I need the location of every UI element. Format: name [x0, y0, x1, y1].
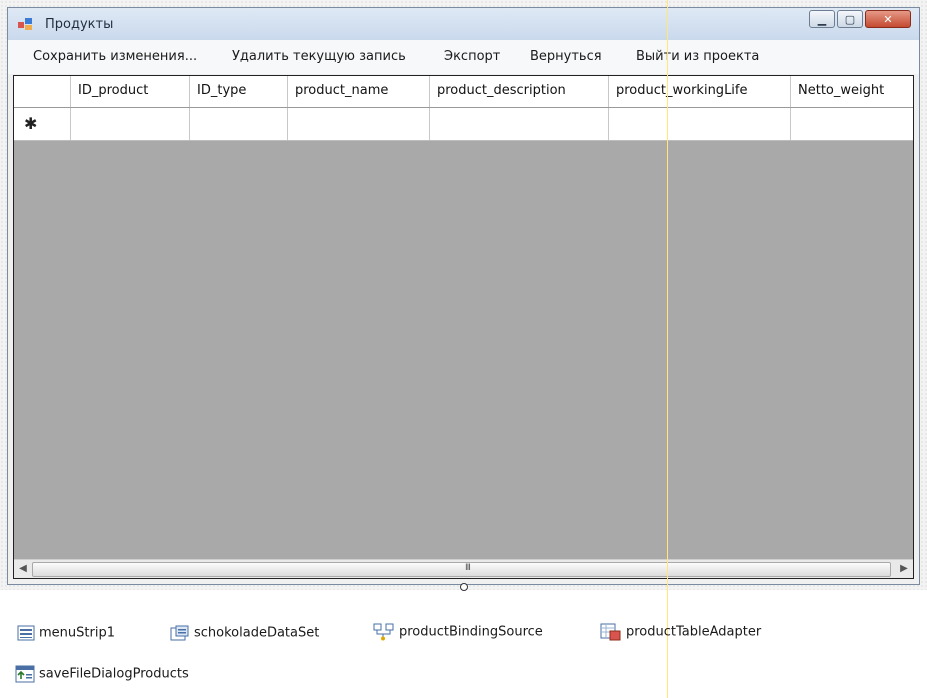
close-icon: ✕ [883, 12, 893, 26]
column-header-product-workinglife[interactable]: product_workingLife [609, 76, 791, 107]
tray-item-dataset[interactable]: schokoladeDataSet [170, 625, 319, 641]
menu-save-changes[interactable]: Сохранить изменения... [33, 49, 197, 64]
tray-item-tableadapter[interactable]: productTableAdapter [600, 623, 761, 641]
tray-item-menustrip[interactable]: menuStrip1 [17, 625, 115, 641]
window-title: Продукты [45, 17, 114, 32]
horizontal-scrollbar[interactable]: ◀ III ▶ [14, 559, 913, 578]
maximize-button[interactable]: ▢ [837, 10, 863, 28]
app-icon [18, 18, 32, 30]
cell-id-type[interactable] [190, 108, 288, 140]
tray-item-bindingsource[interactable]: productBindingSource [373, 623, 543, 641]
cell-netto-weight[interactable] [791, 108, 913, 140]
scroll-right-icon[interactable]: ▶ [896, 561, 912, 577]
cell-product-description[interactable] [430, 108, 609, 140]
cell-product-workinglife[interactable] [609, 108, 791, 140]
savefiledialog-icon [15, 665, 35, 683]
close-button[interactable]: ✕ [865, 10, 911, 28]
scroll-left-icon[interactable]: ◀ [15, 561, 31, 577]
cell-id-product[interactable] [71, 108, 190, 140]
grid-new-row[interactable]: ✱ [14, 108, 913, 141]
window-controls: ▁ ▢ ✕ [807, 10, 911, 28]
menu-export[interactable]: Экспорт [444, 49, 500, 64]
tray-item-savefiledialog[interactable]: saveFileDialogProducts [15, 665, 189, 683]
tableadapter-icon [600, 623, 621, 641]
minimize-icon: ▁ [817, 12, 827, 26]
dataset-icon [170, 625, 189, 641]
minimize-button[interactable]: ▁ [809, 10, 835, 28]
scroll-grip-icon: III [465, 563, 471, 573]
column-header-product-description[interactable]: product_description [430, 76, 609, 107]
column-header-product-name[interactable]: product_name [288, 76, 430, 107]
form-window[interactable]: Продукты ▁ ▢ ✕ Сохранить изменения... Уд… [7, 7, 920, 585]
grid-header-row: ID_product ID_type product_name product_… [14, 76, 913, 108]
scroll-thumb[interactable]: III [32, 562, 891, 577]
products-data-grid[interactable]: ID_product ID_type product_name product_… [13, 75, 914, 579]
menu-delete-record[interactable]: Удалить текущую запись [232, 49, 406, 64]
bindingsource-icon [373, 623, 394, 641]
cell-product-name[interactable] [288, 108, 430, 140]
alignment-guide-line [667, 0, 668, 698]
column-header-netto-weight[interactable]: Netto_weight [791, 76, 913, 107]
menustrip-icon [17, 625, 35, 641]
menu-exit-project[interactable]: Выйти из проекта [636, 49, 759, 64]
title-bar[interactable]: Продукты ▁ ▢ ✕ [8, 8, 919, 40]
new-row-asterisk-icon: ✱ [24, 114, 38, 133]
resize-handle[interactable] [460, 583, 468, 591]
menu-back[interactable]: Вернуться [530, 49, 602, 64]
row-header-corner[interactable] [14, 76, 71, 107]
menu-strip: Сохранить изменения... Удалить текущую з… [8, 40, 919, 74]
column-header-id-product[interactable]: ID_product [71, 76, 190, 107]
row-header-new[interactable]: ✱ [14, 108, 71, 140]
maximize-icon: ▢ [844, 12, 856, 26]
column-header-id-type[interactable]: ID_type [190, 76, 288, 107]
